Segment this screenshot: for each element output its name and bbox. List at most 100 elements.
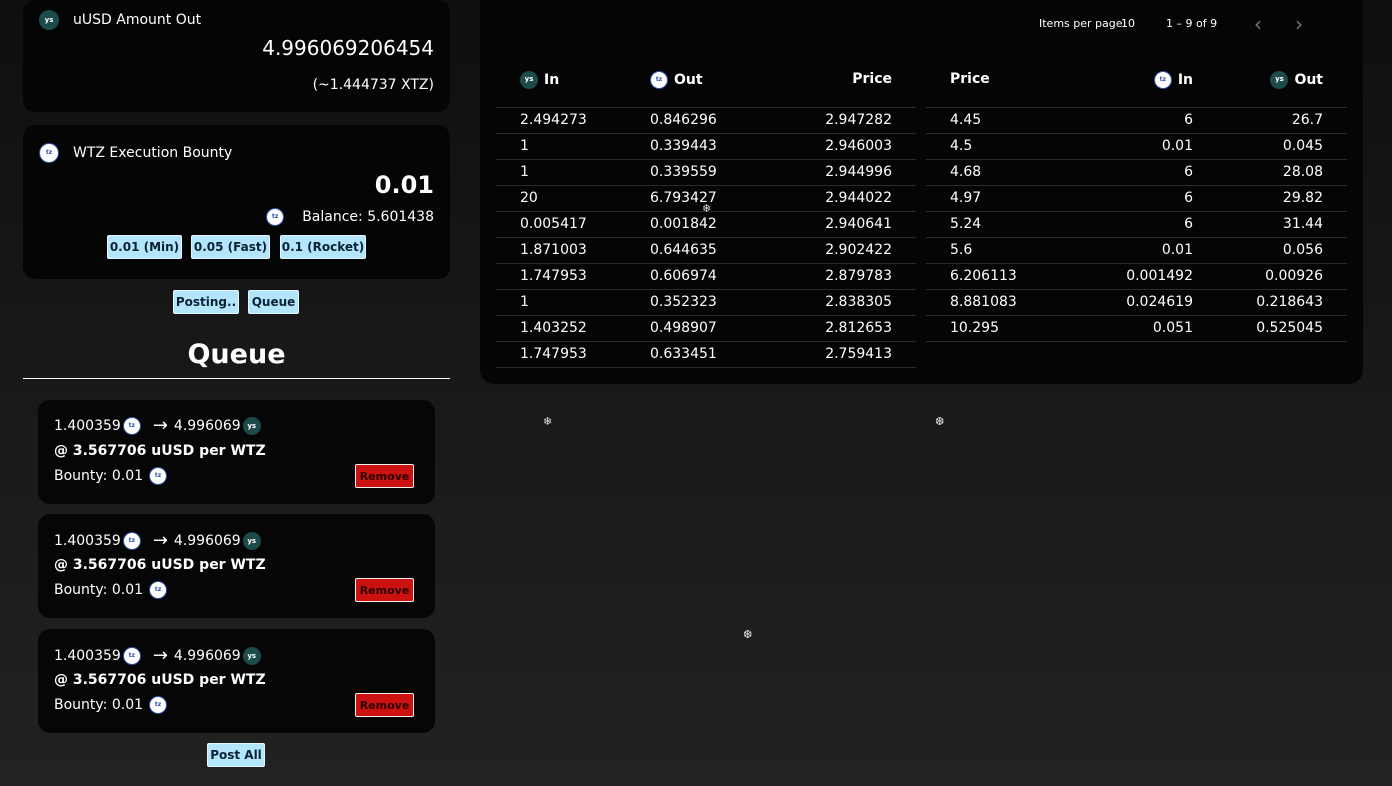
- column-header-price[interactable]: Price: [926, 51, 1066, 107]
- table-cell: 2.946003: [756, 132, 916, 159]
- queue-item-bounty: Bounty: 0.01 tz: [54, 581, 168, 599]
- table-cell: 4.45: [926, 106, 1066, 133]
- amount-out-value: 4.996069206454: [262, 36, 434, 60]
- column-header-in[interactable]: tz In: [1066, 51, 1217, 107]
- table-row: 4.97 6 29.82: [926, 184, 1347, 211]
- table-cell: 0.024619: [1066, 288, 1217, 315]
- queue-item-bounty: Bounty: 0.01 tz: [54, 467, 168, 485]
- remove-button[interactable]: Remove: [355, 693, 414, 717]
- table-cell: 1: [496, 158, 626, 185]
- queue-item-amount-out: 4.996069: [173, 648, 241, 664]
- wtz-icon: tz: [39, 143, 59, 163]
- queue-item-amount-in: 1.400359: [54, 418, 121, 434]
- posting-button[interactable]: Posting..: [173, 290, 239, 314]
- column-header-price[interactable]: Price: [756, 51, 916, 107]
- remove-button[interactable]: Remove: [355, 464, 414, 488]
- snowflake-icon: ❆: [935, 415, 945, 428]
- queue-item: 1.400359 tz → 4.996069 ys @ 3.567706 uUS…: [38, 629, 435, 733]
- queue-button[interactable]: Queue: [248, 290, 299, 314]
- table-row: 5.6 0.01 0.056: [926, 236, 1347, 263]
- table-row: 1.871003 0.644635 2.902422: [496, 236, 916, 263]
- table-cell: 0.352323: [626, 288, 756, 315]
- table-cell: 0.00926: [1217, 262, 1347, 289]
- balance-label: Balance: 5.601438: [302, 209, 434, 225]
- table-cell: 6.793427: [626, 184, 756, 211]
- chevron-left-icon[interactable]: ‹: [1254, 12, 1262, 36]
- bounty-balance: tz Balance: 5.601438: [266, 208, 434, 226]
- bounty-option-rocket[interactable]: 0.1 (Rocket): [280, 235, 366, 259]
- table-row: 10.295 0.051 0.525045: [926, 314, 1347, 342]
- amount-out-header: ys uUSD Amount Out: [39, 10, 201, 30]
- table-cell: 2.494273: [496, 106, 626, 133]
- table-cell: 0.218643: [1217, 288, 1347, 315]
- column-header-in[interactable]: ys In: [496, 51, 626, 107]
- table-cell: 6: [1066, 158, 1217, 185]
- queue-item-swap: 1.400359 tz → 4.996069 ys: [54, 417, 261, 435]
- queue-item-rate: @ 3.567706 uUSD per WTZ: [54, 443, 266, 459]
- table-cell: 0.001842: [626, 210, 756, 237]
- items-per-page-select[interactable]: 10: [1121, 17, 1135, 30]
- table-cell: 0.525045: [1217, 314, 1347, 342]
- snowflake-icon: ❆: [743, 628, 753, 641]
- queue-item-amount-out: 4.996069: [173, 418, 241, 434]
- queue-item-amount-in: 1.400359: [54, 648, 121, 664]
- table-cell: 6: [1066, 210, 1217, 237]
- table-cell: 2.838305: [756, 288, 916, 315]
- table-cell: 1.747953: [496, 262, 626, 289]
- table-cell: 2.947282: [756, 106, 916, 133]
- table-cell: 2.879783: [756, 262, 916, 289]
- queue-item-rate: @ 3.567706 uUSD per WTZ: [54, 557, 266, 573]
- table-cell: 8.881083: [926, 288, 1066, 315]
- column-header-out[interactable]: tz Out: [626, 51, 756, 107]
- table-cell: 0.498907: [626, 314, 756, 341]
- amount-out-label: uUSD Amount Out: [73, 12, 202, 28]
- table-row: 2.494273 0.846296 2.947282: [496, 106, 916, 133]
- wtz-icon: tz: [149, 467, 168, 485]
- table-cell: 5.6: [926, 236, 1066, 263]
- table-cell: 26.7: [1217, 106, 1347, 133]
- table-cell: 2.944996: [756, 158, 916, 185]
- items-per-page-label: Items per page:: [1039, 17, 1127, 30]
- table-cell: 0.051: [1066, 314, 1217, 342]
- table-row: 4.68 6 28.08: [926, 158, 1347, 185]
- queue-title: Queue: [187, 339, 286, 370]
- order-book-panel: Items per page: 10 1 – 9 of 9 ‹ › ys In t…: [480, 0, 1363, 384]
- queue-item-swap: 1.400359 tz → 4.996069 ys: [54, 532, 261, 550]
- post-all-button[interactable]: Post All: [207, 743, 265, 767]
- arrow-right-icon: →: [152, 645, 168, 666]
- table-cell: 4.5: [926, 132, 1066, 159]
- remove-button[interactable]: Remove: [355, 578, 414, 602]
- table-cell: 6: [1066, 106, 1217, 133]
- chevron-right-icon[interactable]: ›: [1295, 12, 1303, 36]
- table-row: 6.206113 0.001492 0.00926: [926, 262, 1347, 289]
- bounty-option-fast[interactable]: 0.05 (Fast): [191, 235, 270, 259]
- column-header-out[interactable]: ys Out: [1217, 51, 1347, 107]
- arrow-right-icon: →: [152, 530, 168, 551]
- uusd-icon: ys: [242, 647, 261, 665]
- uusd-icon: ys: [39, 10, 59, 30]
- table-row: 1 0.339443 2.946003: [496, 132, 916, 159]
- queue-item: 1.400359 tz → 4.996069 ys @ 3.567706 uUS…: [38, 400, 435, 504]
- wtz-icon: tz: [650, 70, 668, 89]
- table-cell: 6.206113: [926, 262, 1066, 289]
- wtz-icon: tz: [266, 208, 285, 226]
- wtz-icon: tz: [149, 581, 168, 599]
- uusd-icon: ys: [1270, 70, 1289, 89]
- bounty-option-min[interactable]: 0.01 (Min): [107, 235, 182, 259]
- table-row: 1.747953 0.633451 2.759413: [496, 340, 916, 368]
- wtz-icon: tz: [122, 532, 141, 550]
- wtz-icon: tz: [149, 696, 168, 714]
- uusd-icon: ys: [520, 70, 538, 89]
- table-cell: 2.902422: [756, 236, 916, 263]
- bounty-value[interactable]: 0.01: [375, 171, 434, 199]
- table-cell: 2.940641: [756, 210, 916, 237]
- table-row: 1 0.339559 2.944996: [496, 158, 916, 185]
- table-cell: 4.68: [926, 158, 1066, 185]
- bounty-header: tz WTZ Execution Bounty: [39, 143, 232, 163]
- bounty-card: tz WTZ Execution Bounty 0.01 tz Balance:…: [23, 125, 450, 279]
- queue-item-bounty: Bounty: 0.01 tz: [54, 696, 168, 714]
- queue-item-amount-out: 4.996069: [173, 533, 241, 549]
- amount-out-card: ys uUSD Amount Out 4.996069206454 (~1.44…: [23, 0, 450, 112]
- table-header-row: ys In tz Out Price: [496, 51, 916, 107]
- table-cell: 1: [496, 132, 626, 159]
